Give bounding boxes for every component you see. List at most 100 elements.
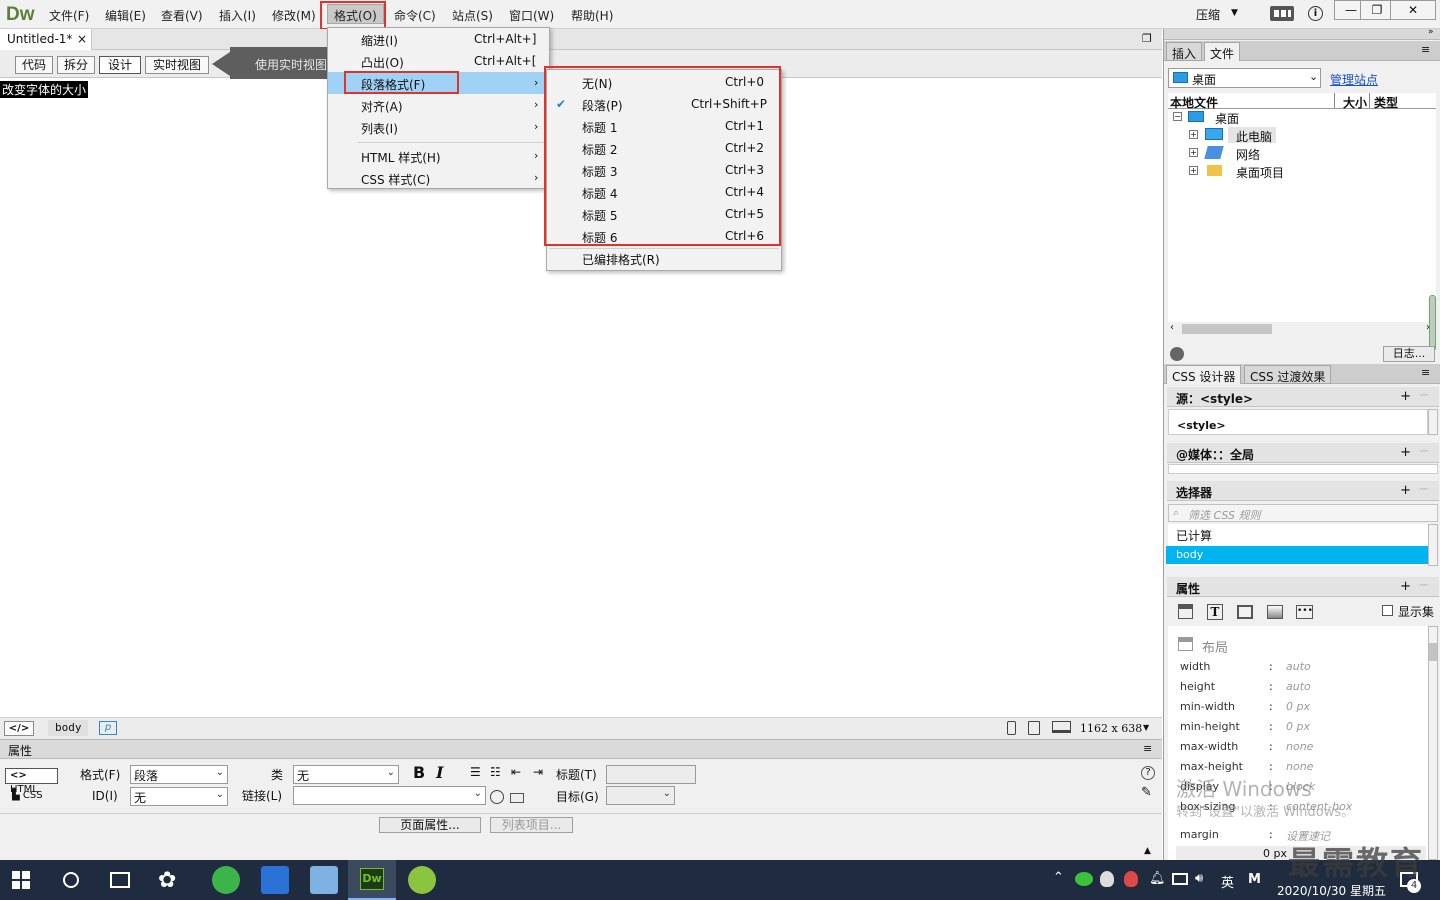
- qq-icon-2[interactable]: [1124, 871, 1138, 887]
- notification-bell-icon[interactable]: 🔔︎: [1149, 871, 1166, 886]
- expand-icon[interactable]: »: [1428, 27, 1434, 37]
- remove-media-icon[interactable]: −: [1418, 444, 1429, 459]
- source-item-style[interactable]: <style>: [1177, 419, 1226, 432]
- window-size-readout[interactable]: 1162 x 638: [1080, 722, 1142, 735]
- menu-item-list[interactable]: 列表(I) ›: [328, 116, 549, 138]
- code-tag-icon[interactable]: </>: [4, 721, 34, 736]
- chevron-down-icon[interactable]: ▼: [1143, 723, 1149, 732]
- chevron-left-icon[interactable]: ‹: [1170, 322, 1174, 333]
- document-tab[interactable]: Untitled-1* ×: [0, 29, 92, 50]
- windows-start-icon[interactable]: [12, 871, 30, 889]
- tablet-size-icon[interactable]: [1028, 721, 1040, 735]
- bold-button[interactable]: B: [413, 763, 425, 782]
- app-pinwheel-icon[interactable]: ✿: [158, 868, 176, 893]
- chevron-up-icon[interactable]: ⌃: [1053, 870, 1064, 885]
- menu-file[interactable]: 文件(F): [49, 7, 89, 24]
- folder-icon[interactable]: [510, 793, 524, 803]
- desktop-size-icon[interactable]: [1052, 721, 1071, 733]
- tab-insert[interactable]: 插入: [1166, 42, 1203, 61]
- tree-item-this-pc[interactable]: 此电脑: [1236, 128, 1272, 145]
- menu-insert[interactable]: 插入(I): [219, 7, 256, 24]
- outdent-icon[interactable]: ⇤: [511, 765, 521, 779]
- input-language[interactable]: 英: [1221, 872, 1234, 891]
- menu-window[interactable]: 窗口(W): [509, 7, 554, 24]
- panel-menu-icon[interactable]: ≡: [1143, 742, 1152, 755]
- workspace-compress-label[interactable]: 压缩: [1196, 6, 1220, 23]
- remove-property-icon[interactable]: −: [1418, 578, 1429, 593]
- italic-button[interactable]: I: [436, 763, 443, 782]
- live-view-button[interactable]: 实时视图: [145, 56, 209, 74]
- list-item-button[interactable]: 列表项目...: [490, 817, 573, 833]
- class-select[interactable]: 无 ⌄: [293, 765, 399, 784]
- menu-view[interactable]: 查看(V): [161, 7, 203, 24]
- connect-icon[interactable]: [1170, 347, 1184, 361]
- media-app-icon[interactable]: [408, 866, 436, 894]
- selector-item-computed[interactable]: 已计算: [1176, 527, 1212, 544]
- expand-icon[interactable]: +: [1189, 166, 1198, 175]
- scroll-thumb[interactable]: [1182, 324, 1272, 334]
- chevron-down-icon[interactable]: ▼: [1231, 8, 1238, 18]
- remove-source-icon[interactable]: −: [1418, 388, 1429, 403]
- html-mode-button[interactable]: <> HTML: [5, 768, 58, 795]
- restore-doc-icon[interactable]: ❐: [1142, 32, 1152, 45]
- menu-site[interactable]: 站点(S): [452, 7, 493, 24]
- info-icon[interactable]: i: [1308, 6, 1323, 21]
- add-selector-icon[interactable]: +: [1400, 483, 1411, 498]
- add-media-icon[interactable]: +: [1400, 445, 1411, 460]
- close-button[interactable]: ✕: [1390, 0, 1436, 20]
- log-button[interactable]: 日志...: [1383, 346, 1435, 362]
- indent-icon[interactable]: ⇥: [533, 765, 543, 779]
- ordered-list-icon[interactable]: ☷: [490, 765, 501, 779]
- tree-item-desktop-items[interactable]: 桌面项目: [1236, 164, 1284, 181]
- extension-icon[interactable]: [1270, 6, 1294, 21]
- taskbar-dreamweaver-active[interactable]: Dw: [348, 860, 396, 900]
- task-view-icon[interactable]: [110, 872, 130, 888]
- tab-files[interactable]: 文件: [1204, 42, 1241, 61]
- border-category-icon[interactable]: [1237, 605, 1253, 619]
- code-view-button[interactable]: 代码: [15, 56, 53, 74]
- target-select[interactable]: ⌄: [606, 786, 675, 805]
- canvas-selected-text[interactable]: 改变字体的大小: [0, 81, 89, 98]
- restore-button[interactable]: ❐: [1360, 0, 1394, 20]
- expand-icon[interactable]: +: [1189, 130, 1198, 139]
- tab-css-designer[interactable]: CSS 设计器: [1166, 365, 1242, 384]
- expand-icon[interactable]: +: [1189, 148, 1198, 157]
- edit-icon[interactable]: ✎: [1141, 785, 1152, 800]
- show-set-checkbox[interactable]: [1382, 605, 1393, 616]
- panel-menu-icon[interactable]: ≡: [1421, 366, 1430, 379]
- qq-icon[interactable]: [1100, 871, 1114, 887]
- files-hscrollbar[interactable]: ‹ ›: [1168, 322, 1436, 336]
- text-category-icon[interactable]: T: [1207, 604, 1223, 620]
- css-mode-button[interactable]: ▙ CSS: [5, 789, 58, 805]
- css-properties-scrollbar[interactable]: [1428, 626, 1438, 860]
- menu-modify[interactable]: 修改(M): [272, 7, 316, 24]
- tag-selector-p[interactable]: p: [99, 721, 117, 735]
- add-property-icon[interactable]: +: [1400, 579, 1411, 594]
- vertical-scroll-thumb[interactable]: [1429, 295, 1436, 351]
- ime-icon[interactable]: M: [1248, 872, 1261, 887]
- selectors-scrollbar[interactable]: [1428, 524, 1438, 566]
- menu-edit[interactable]: 编辑(E): [105, 7, 146, 24]
- volume-icon[interactable]: 🔊︎: [1195, 871, 1203, 886]
- menu-item-css-styles[interactable]: CSS 样式(C) ›: [328, 167, 549, 189]
- format-select[interactable]: 段落 ⌄: [130, 765, 228, 784]
- taskbar-clock-date[interactable]: 2020/10/30 星期五: [1277, 882, 1386, 899]
- panel-menu-icon[interactable]: ≡: [1421, 43, 1430, 56]
- layout-category-icon[interactable]: [1178, 604, 1193, 619]
- network-tray-icon[interactable]: [1172, 873, 1188, 885]
- panel-dock-grip[interactable]: »: [1164, 27, 1440, 40]
- unordered-list-icon[interactable]: ☰: [470, 765, 481, 779]
- menu-item-align[interactable]: 对齐(A) ›: [328, 94, 549, 116]
- tag-selector-body[interactable]: body: [48, 720, 88, 736]
- menu-item-indent[interactable]: 缩进(I) Ctrl+Alt+]: [328, 28, 549, 50]
- wps-writer-icon[interactable]: [261, 866, 289, 894]
- design-view-button[interactable]: 设计: [99, 56, 141, 74]
- submenu-item-preformatted[interactable]: 已编排格式(R): [547, 247, 781, 269]
- collapse-up-icon[interactable]: ▲: [1144, 846, 1151, 856]
- title-input[interactable]: [606, 765, 696, 784]
- selector-item-body[interactable]: body: [1166, 546, 1428, 564]
- help-icon[interactable]: ?: [1141, 766, 1155, 780]
- add-source-icon[interactable]: +: [1400, 389, 1411, 404]
- id-select[interactable]: 无 ⌄: [130, 787, 228, 806]
- sources-scrollbar[interactable]: [1428, 409, 1438, 435]
